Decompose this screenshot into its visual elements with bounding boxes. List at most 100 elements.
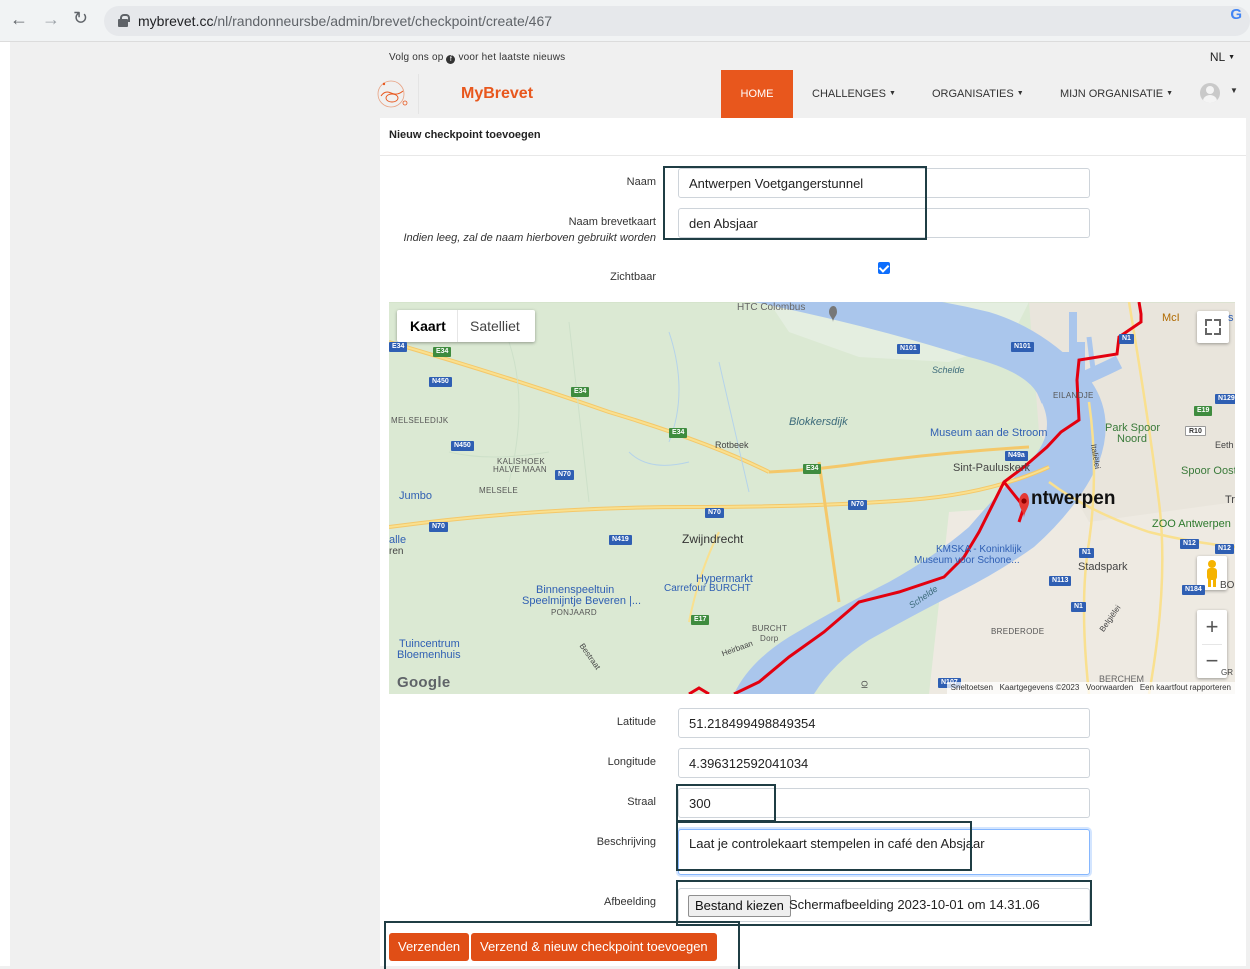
logo-icon[interactable] bbox=[375, 74, 419, 114]
road-shield: N419 bbox=[609, 535, 632, 545]
map-label-ol: Ol bbox=[859, 680, 869, 689]
road-shield: N49a bbox=[1005, 451, 1028, 461]
top-strip: Volg ons op f voor het laatste nieuws NL… bbox=[10, 42, 1250, 70]
map-type-satelliet[interactable]: Satelliet bbox=[470, 318, 520, 334]
map-label-rotbeek: Rotbeek bbox=[715, 440, 749, 450]
reload-icon[interactable]: ↻ bbox=[73, 8, 88, 29]
map-label-zoo: ZOO Antwerpen bbox=[1152, 518, 1231, 530]
road-shield: N184 bbox=[1182, 585, 1205, 595]
beschrijving-label: Beschrijving bbox=[596, 836, 656, 848]
brand-name[interactable]: MyBrevet bbox=[461, 85, 533, 103]
map-label-blokkersdijk: Blokkersdijk bbox=[789, 416, 848, 428]
caret-down-icon: ▼ bbox=[889, 90, 896, 97]
road-shield: N101 bbox=[1011, 342, 1034, 352]
map-label-dorp: Dorp bbox=[760, 634, 779, 643]
highlight-box bbox=[676, 784, 776, 822]
divider bbox=[457, 310, 458, 342]
follow-text: Volg ons op f voor het laatste nieuws bbox=[389, 52, 566, 64]
longitude-input[interactable] bbox=[678, 748, 1090, 778]
facebook-icon[interactable]: f bbox=[446, 55, 456, 64]
map-data-text: Kaartgegevens ©2023 bbox=[999, 683, 1080, 692]
map-label-eeth: Eeth bbox=[1215, 440, 1234, 450]
map-label-stadspark: Stadspark bbox=[1078, 561, 1128, 573]
user-avatar[interactable] bbox=[1200, 83, 1220, 103]
highlight-box bbox=[384, 921, 740, 969]
map-label-zwijndrecht: Zwijndrecht bbox=[682, 532, 744, 546]
language-select[interactable]: NL ▼ bbox=[1210, 50, 1235, 64]
latitude-label: Latitude bbox=[616, 716, 656, 728]
zoom-in-icon[interactable]: + bbox=[1197, 610, 1227, 644]
left-margin bbox=[0, 42, 10, 966]
fullscreen-icon[interactable] bbox=[1197, 311, 1229, 343]
straal-label: Straal bbox=[627, 796, 656, 808]
map-label-museum-aan-de-stroom: Museum aan de Stroom bbox=[930, 427, 1048, 439]
road-shield: N1 bbox=[1071, 602, 1086, 612]
road-shield: N70 bbox=[555, 470, 574, 480]
google-logo: Google bbox=[397, 674, 451, 691]
map[interactable]: Kaart Satelliet + − ntwerpen Zwijndrecht… bbox=[389, 302, 1235, 694]
nav-mijn-organisatie[interactable]: MIJN ORGANISATIE ▼ bbox=[1060, 70, 1173, 118]
map-label-mcdonalds: McI bbox=[1162, 312, 1180, 324]
road-shield: E34 bbox=[433, 347, 452, 357]
map-report-link[interactable]: Een kaartfout rapporteren bbox=[1140, 683, 1231, 692]
road-shield: E34 bbox=[571, 387, 590, 397]
map-label-burcht: BURCHT bbox=[752, 624, 788, 633]
road-shield: E34 bbox=[389, 342, 408, 352]
highlight-box bbox=[676, 821, 972, 871]
address-bar[interactable]: mybrevet.cc/nl/randonneursbe/admin/breve… bbox=[104, 6, 1250, 36]
map-label-ren: ren bbox=[389, 546, 404, 557]
map-label-sint-pauluskerk: Sint-Pauluskerk bbox=[953, 462, 1031, 474]
map-shortcuts-link[interactable]: Sneltoetsen bbox=[951, 683, 993, 692]
divider bbox=[380, 155, 1246, 156]
map-label-bo: BO bbox=[1220, 580, 1235, 591]
map-type-control: Kaart Satelliet bbox=[397, 310, 535, 342]
url-text: mybrevet.cc/nl/randonneursbe/admin/breve… bbox=[138, 13, 553, 29]
zichtbaar-checkbox[interactable] bbox=[878, 262, 890, 274]
brevetkaart-label: Naam brevetkaart bbox=[568, 216, 656, 228]
map-terms-link[interactable]: Voorwaarden bbox=[1086, 683, 1133, 692]
map-label-jumbo: Jumbo bbox=[399, 490, 433, 502]
latitude-input[interactable] bbox=[678, 708, 1090, 738]
map-label-schelde: Schelde bbox=[932, 365, 965, 375]
nav-organisaties[interactable]: ORGANISATIES ▼ bbox=[932, 70, 1024, 118]
nav-home[interactable]: HOME bbox=[721, 70, 793, 118]
main-navbar: MyBrevet HOME CHALLENGES ▼ ORGANISATIES … bbox=[10, 70, 1250, 118]
forward-arrow-icon[interactable]: → bbox=[42, 9, 60, 30]
road-shield: N450 bbox=[429, 377, 452, 387]
road-shield: R10 bbox=[1185, 426, 1206, 436]
map-label-ponjaard: PONJAARD bbox=[551, 608, 597, 617]
map-label-carrefour: Carrefour BURCHT bbox=[664, 583, 751, 594]
road-shield: N12 bbox=[1215, 544, 1234, 554]
nav-challenges[interactable]: CHALLENGES ▼ bbox=[812, 70, 896, 118]
road-shield: E17 bbox=[691, 615, 710, 625]
map-label-bloemenhuis: Bloemenhuis bbox=[397, 649, 461, 661]
google-account-icon[interactable]: G bbox=[1230, 6, 1242, 23]
map-label-brederode: BREDERODE bbox=[991, 627, 1045, 636]
road-shield: E19 bbox=[1194, 406, 1213, 416]
back-arrow-icon[interactable]: ← bbox=[10, 9, 28, 30]
highlight-box bbox=[663, 166, 927, 240]
road-shield: N12 bbox=[1180, 539, 1199, 549]
map-label-spoor-oost: Spoor Oost bbox=[1181, 465, 1235, 477]
road-shield: N70 bbox=[705, 508, 724, 518]
caret-down-icon[interactable]: ▼ bbox=[1230, 86, 1238, 95]
highlight-box bbox=[676, 880, 1092, 926]
road-shield: N70 bbox=[429, 522, 448, 532]
map-label-speelmijntje: Speelmijntje Beveren |... bbox=[522, 595, 642, 607]
road-shield: N1 bbox=[1079, 548, 1094, 558]
map-label-alle: alle bbox=[389, 534, 407, 546]
map-label-gr: GR bbox=[1221, 668, 1233, 677]
content-panel: Nieuw checkpoint toevoegen Naam Naam bre… bbox=[380, 118, 1246, 969]
zichtbaar-label: Zichtbaar bbox=[610, 271, 656, 283]
longitude-label: Longitude bbox=[607, 756, 656, 768]
road-shield: N70 bbox=[848, 500, 867, 510]
map-label-kmska-2: Museum voor Schone... bbox=[914, 555, 1020, 566]
map-label-htc-colombus: HTC Colombus bbox=[737, 302, 806, 313]
map-type-kaart[interactable]: Kaart bbox=[410, 318, 446, 334]
map-label-kmska: KMSKA - Koninklijk bbox=[936, 544, 1022, 555]
road-shield: N129 bbox=[1215, 394, 1235, 404]
afbeelding-label: Afbeelding bbox=[604, 896, 656, 908]
caret-down-icon: ▼ bbox=[1166, 90, 1174, 97]
lock-icon bbox=[118, 14, 130, 27]
map-label-eilandje: EILANDJE bbox=[1053, 391, 1094, 400]
